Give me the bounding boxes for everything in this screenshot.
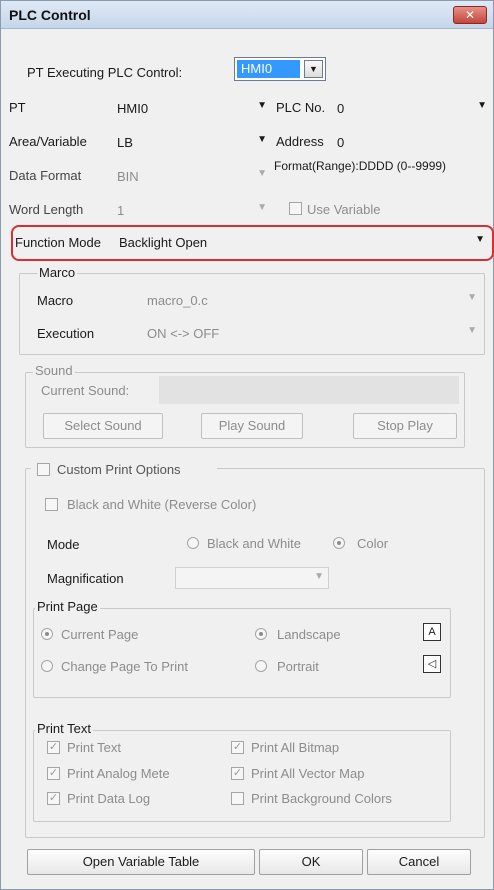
portrait-icon: ◁ [423, 655, 441, 673]
function-mode-select[interactable]: Backlight Open ▼ [115, 231, 489, 253]
mode-color-radio[interactable] [333, 537, 345, 549]
landscape-label: Landscape [277, 627, 341, 642]
execution-label: Execution [37, 326, 95, 341]
landscape-radio[interactable] [255, 628, 267, 640]
chevron-down-icon: ▼ [257, 100, 267, 111]
data-format-value: BIN [117, 169, 139, 184]
print-analog-checkbox[interactable]: ✓ [47, 767, 60, 780]
chevron-down-icon: ▼ [257, 168, 267, 179]
print-vector-label: Print All Vector Map [251, 766, 365, 781]
macro-select[interactable]: macro_0.c ▼ [141, 289, 481, 311]
title-bar: PLC Control ✕ [1, 1, 493, 29]
print-analog-label: Print Analog Mete [67, 766, 170, 781]
print-datalog-label: Print Data Log [67, 791, 151, 806]
execution-value: ON <-> OFF [147, 326, 220, 341]
function-mode-value: Backlight Open [119, 235, 208, 250]
address-label: Address [276, 134, 324, 149]
mode-bw-label: Black and White [207, 536, 301, 551]
cancel-button[interactable]: Cancel [367, 849, 471, 875]
word-length-value: 1 [117, 203, 125, 218]
chevron-down-icon: ▼ [467, 292, 477, 303]
pt-select[interactable]: HMI0 ▼ [111, 97, 271, 119]
execution-select[interactable]: ON <-> OFF ▼ [141, 322, 481, 344]
pt-exec-value: HMI0 [237, 60, 300, 78]
plc-control-dialog: PLC Control ✕ PT Executing PLC Control: … [0, 0, 494, 890]
use-variable-checkbox[interactable] [289, 202, 302, 215]
macro-value: macro_0.c [147, 293, 208, 308]
radio-selected-dot [259, 632, 263, 636]
data-format-select[interactable]: BIN ▼ [111, 165, 271, 187]
print-text-title: Print Text [35, 721, 93, 736]
landscape-icon: A [423, 623, 441, 641]
mode-label: Mode [47, 537, 80, 552]
pt-exec-label: PT Executing PLC Control: [27, 65, 183, 80]
mode-color-label: Color [357, 536, 389, 551]
plc-no-value: 0 [337, 101, 345, 116]
chevron-down-icon[interactable]: ▼ [304, 60, 323, 78]
portrait-label: Portrait [277, 659, 319, 674]
radio-selected-dot [45, 632, 49, 636]
select-sound-button[interactable]: Select Sound [43, 413, 163, 439]
word-length-select[interactable]: 1 ▼ [111, 199, 271, 221]
current-sound-field [159, 376, 459, 404]
sound-group-title: Sound [33, 363, 75, 378]
area-label: Area/Variable [9, 134, 87, 149]
chevron-down-icon: ▼ [477, 100, 487, 111]
current-page-label: Current Page [61, 627, 139, 642]
print-page-group [33, 608, 451, 698]
data-format-label: Data Format [9, 168, 82, 183]
chevron-down-icon: ▼ [257, 134, 267, 145]
radio-selected-dot [337, 541, 341, 545]
close-icon[interactable]: ✕ [453, 6, 487, 24]
print-all-bitmap-checkbox[interactable]: ✓ [231, 741, 244, 754]
macro-label: Macro [37, 293, 74, 308]
print-bg-checkbox[interactable] [231, 792, 244, 805]
chevron-down-icon: ▼ [257, 202, 267, 213]
magnification-label: Magnification [47, 571, 124, 586]
change-page-label: Change Page To Print [61, 659, 188, 674]
print-page-title: Print Page [35, 599, 100, 614]
print-text-label: Print Text [67, 740, 121, 755]
print-vector-checkbox[interactable]: ✓ [231, 767, 244, 780]
ok-button[interactable]: OK [259, 849, 363, 875]
plc-no-label: PLC No. [276, 100, 326, 115]
use-variable-label: Use Variable [307, 202, 381, 217]
chevron-down-icon: ▼ [467, 325, 477, 336]
change-page-radio[interactable] [41, 660, 53, 672]
pt-value: HMI0 [117, 101, 149, 116]
mode-bw-radio[interactable] [187, 537, 199, 549]
format-range-text: Format(Range):DDDD (0--9999) [274, 159, 447, 173]
address-value: 0 [337, 135, 345, 150]
open-variable-table-button[interactable]: Open Variable Table [27, 849, 255, 875]
marco-group-title: Marco [37, 265, 78, 280]
current-sound-label: Current Sound: [41, 383, 130, 398]
function-mode-label: Function Mode [15, 235, 101, 250]
custom-print-label: Custom Print Options [57, 462, 181, 477]
bw-reverse-checkbox[interactable] [45, 498, 58, 511]
print-bg-label: Print Background Colors [251, 791, 392, 806]
stop-play-button[interactable]: Stop Play [353, 413, 457, 439]
window-title: PLC Control [9, 7, 91, 23]
plc-no-select[interactable]: 0 ▼ [331, 97, 491, 119]
chevron-down-icon: ▼ [475, 234, 485, 245]
print-all-bitmap-label: Print All Bitmap [251, 740, 340, 755]
custom-print-checkbox[interactable] [37, 463, 50, 476]
current-page-radio[interactable] [41, 628, 53, 640]
pt-exec-select[interactable]: HMI0 ▼ [234, 57, 326, 81]
address-field[interactable]: 0 [331, 131, 491, 153]
area-value: LB [117, 135, 133, 150]
bw-reverse-label: Black and White (Reverse Color) [67, 497, 257, 512]
print-text-checkbox[interactable]: ✓ [47, 741, 60, 754]
portrait-radio[interactable] [255, 660, 267, 672]
chevron-down-icon: ▼ [314, 571, 324, 582]
print-datalog-checkbox[interactable]: ✓ [47, 792, 60, 805]
word-length-label: Word Length [9, 202, 84, 217]
pt-label: PT [9, 100, 26, 115]
magnification-select[interactable]: ▼ [175, 567, 329, 589]
area-select[interactable]: LB ▼ [111, 131, 271, 153]
play-sound-button[interactable]: Play Sound [201, 413, 303, 439]
